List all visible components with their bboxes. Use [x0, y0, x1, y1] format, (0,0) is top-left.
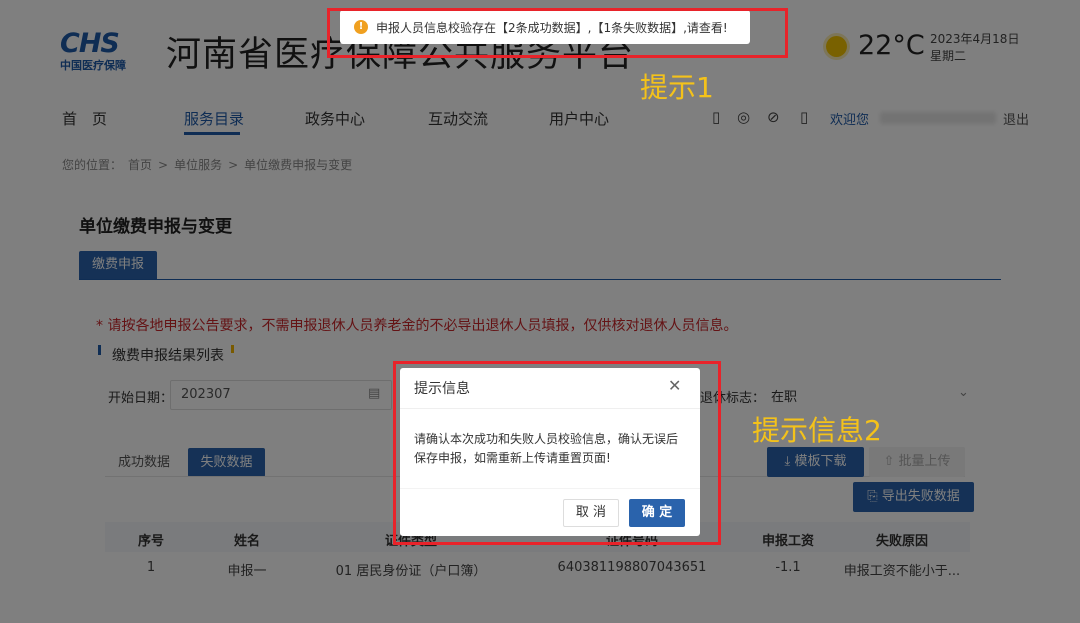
- annotation-label-1: 提示1: [640, 71, 714, 104]
- annotation-box-toast: [327, 8, 788, 58]
- annotation-label-2: 提示信息2: [752, 414, 882, 447]
- annotation-box-dialog: [393, 361, 721, 545]
